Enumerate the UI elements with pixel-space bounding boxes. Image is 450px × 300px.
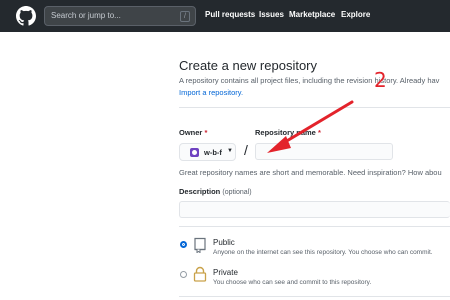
- annotation-arrow-icon: [267, 100, 354, 153]
- owner-select[interactable]: w-b-f ▼: [179, 143, 236, 161]
- repo-name-hint: Great repository names are short and mem…: [179, 168, 442, 177]
- nav-marketplace[interactable]: Marketplace: [289, 10, 335, 19]
- description-label: Description (optional): [179, 187, 252, 196]
- page-title: Create a new repository: [179, 58, 318, 73]
- github-logo-icon[interactable]: [16, 6, 36, 26]
- required-mark: *: [204, 128, 208, 137]
- nav-pull-requests[interactable]: Pull requests: [205, 10, 255, 19]
- annotation-number: 2: [374, 68, 387, 92]
- search-shortcut-key: /: [180, 11, 190, 22]
- caret-down-icon: ▼: [227, 148, 233, 154]
- nav-explore[interactable]: Explore: [341, 10, 370, 19]
- divider: [179, 296, 450, 297]
- private-option-title: Private: [213, 268, 238, 277]
- owner-repo-separator: /: [244, 142, 248, 158]
- search-placeholder: Search or jump to...: [51, 11, 121, 20]
- owner-label-text: Owner: [179, 128, 203, 137]
- nav-issues[interactable]: Issues: [259, 10, 284, 19]
- lock-icon: [193, 266, 207, 282]
- public-option-desc: Anyone on the internet can see this repo…: [213, 249, 433, 256]
- owner-label: Owner *: [179, 128, 207, 137]
- page-subtitle: A repository contains all project files,…: [179, 76, 440, 85]
- divider: [179, 226, 450, 227]
- description-input[interactable]: [179, 201, 450, 218]
- optional-text: (optional): [222, 189, 252, 196]
- owner-name: w-b-f: [204, 148, 222, 157]
- public-option-title: Public: [213, 238, 235, 247]
- import-repository-link[interactable]: Import a repository.: [179, 88, 243, 97]
- private-radio[interactable]: [180, 271, 187, 278]
- description-label-text: Description: [179, 187, 221, 196]
- top-header: Search or jump to... / Pull requests Iss…: [0, 0, 450, 32]
- avatar: [190, 148, 199, 157]
- private-option-desc: You choose who can see and commit to thi…: [213, 279, 372, 286]
- public-radio[interactable]: [180, 241, 187, 248]
- repo-icon: [194, 237, 206, 253]
- search-input[interactable]: Search or jump to... /: [44, 6, 196, 26]
